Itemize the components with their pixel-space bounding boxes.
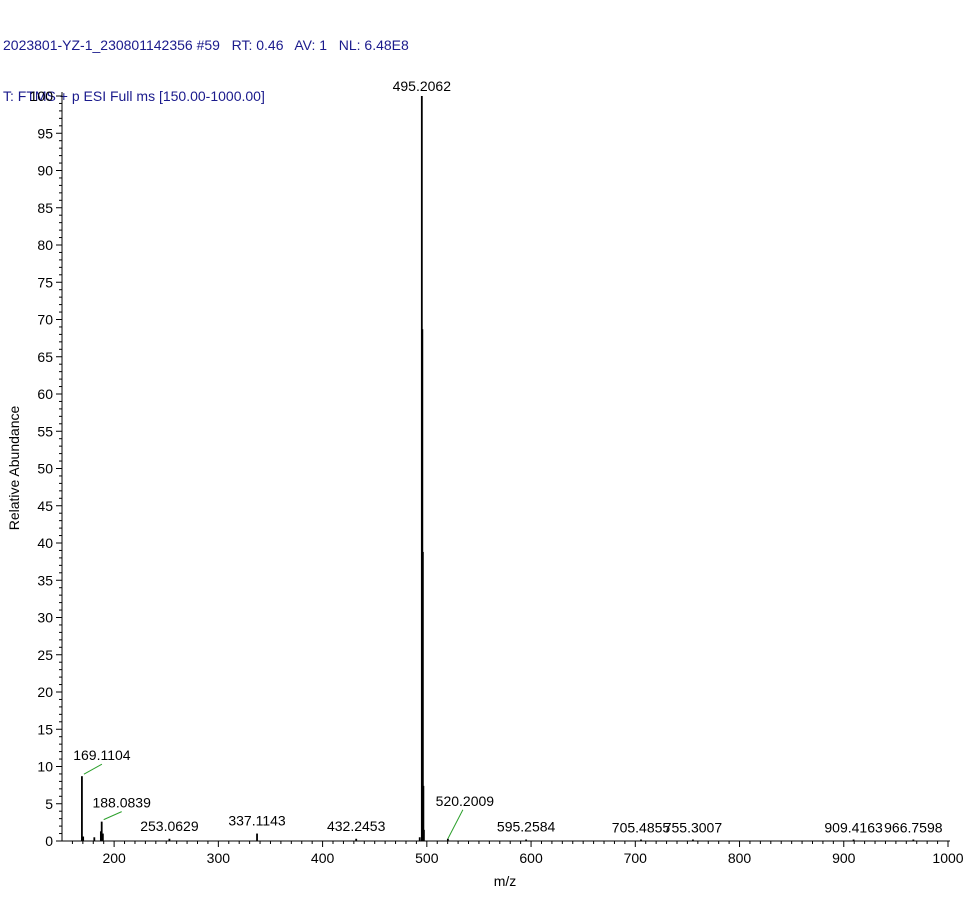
- peak-label: 169.1104: [73, 747, 131, 763]
- y-tick-label: 95: [37, 125, 53, 141]
- peak-bar: [93, 837, 96, 841]
- peak-bar: [99, 831, 102, 841]
- y-tick-label: 25: [37, 647, 53, 663]
- peak-label: 909.4163: [824, 819, 883, 835]
- y-tick-label: 10: [37, 759, 53, 775]
- peak-label: 520.2009: [436, 793, 495, 809]
- y-tick-label: 85: [37, 200, 53, 216]
- x-tick-label: 800: [728, 850, 752, 866]
- annotation-leader-line: [83, 763, 103, 775]
- y-tick-label: 60: [37, 386, 53, 402]
- x-tick-label: 900: [832, 850, 856, 866]
- peak-bar: [355, 838, 358, 841]
- y-tick-label: 20: [37, 684, 53, 700]
- annotation-leader-line: [103, 811, 122, 821]
- peaks: [81, 96, 915, 841]
- y-tick-label: 15: [37, 721, 53, 737]
- peak-bar: [256, 833, 258, 841]
- x-tick-label: 400: [311, 850, 335, 866]
- peak-bar: [82, 836, 85, 841]
- x-tick-label: 600: [519, 850, 543, 866]
- y-tick-label: 70: [37, 312, 53, 328]
- y-tick-label: 50: [37, 461, 53, 477]
- peak-bar: [418, 837, 421, 841]
- peak-label: 495.2062: [393, 78, 452, 94]
- x-tick-label: 200: [102, 850, 126, 866]
- peak-annotations: 495.2062 169.1104 188.0839 253.0629 337.1143…: [73, 78, 943, 839]
- x-tick-label: 1000: [932, 850, 963, 866]
- y-tick-label: 65: [37, 349, 53, 365]
- y-tick-label: 40: [37, 535, 53, 551]
- annotation-leader-line: [447, 809, 464, 839]
- peak-label: 705.4855: [612, 819, 671, 835]
- peak-bar: [423, 829, 425, 841]
- peak-label: 432.2453: [327, 818, 386, 834]
- peak-label: 595.2584: [497, 819, 556, 835]
- x-tick-label: 700: [624, 850, 648, 866]
- x-tick-label: 500: [415, 850, 439, 866]
- peak-bar: [81, 776, 83, 841]
- y-tick-label: 90: [37, 163, 53, 179]
- axes: 0 5 10 15 20 25 30 35 40 45 50 55 60 65 70 75 80 85 90 95 10…: [30, 88, 964, 866]
- peak-label: 755.3007: [664, 819, 723, 835]
- peak-label: 966.7598: [884, 819, 943, 835]
- y-tick-label: 80: [37, 237, 53, 253]
- peak-bar: [101, 833, 104, 841]
- y-axis-label: Relative Abundance: [6, 406, 22, 531]
- x-axis-label: m/z: [494, 873, 517, 889]
- y-tick-label: 30: [37, 610, 53, 626]
- y-tick-label: 75: [37, 274, 53, 290]
- peak-bar: [446, 838, 449, 841]
- y-tick-label: 5: [45, 796, 53, 812]
- peak-bar: [912, 839, 915, 841]
- y-tick-label: 0: [45, 833, 53, 849]
- peak-bar: [692, 839, 694, 841]
- x-tick-label: 300: [207, 850, 231, 866]
- peak-label: 188.0839: [92, 795, 151, 811]
- peak-label: 253.0629: [140, 818, 199, 834]
- y-tick-label: 35: [37, 572, 53, 588]
- mass-spectrum-chart: 0 5 10 15 20 25 30 35 40 45 50 55 60 65 70 75 80 85 90 95 10…: [6, 78, 964, 889]
- peak-bar: [640, 839, 642, 841]
- peak-label: 337.1143: [228, 813, 286, 829]
- y-tick-label: 100: [30, 88, 54, 104]
- peak-bar: [852, 839, 855, 841]
- y-tick-label: 55: [37, 423, 53, 439]
- y-tick-label: 45: [37, 498, 53, 514]
- peak-bar: [168, 838, 171, 841]
- peak-bar: [525, 839, 528, 841]
